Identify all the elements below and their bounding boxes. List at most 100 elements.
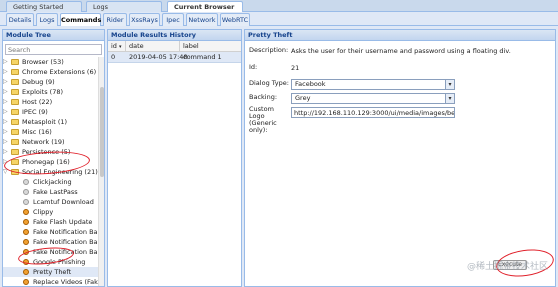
tree-folder-misc[interactable]: ▷ Misc (16) xyxy=(3,127,99,137)
tab-details[interactable]: Details xyxy=(6,13,34,26)
expand-arrow-icon[interactable]: ▷ xyxy=(3,67,9,77)
tree-folder-label: Host (22) xyxy=(22,98,53,106)
expand-arrow-icon[interactable]: ▷ xyxy=(3,147,9,157)
expand-arrow-icon[interactable]: ▷ xyxy=(3,117,9,127)
description-label: Description: xyxy=(249,46,289,54)
module-tree-scrollbar[interactable] xyxy=(98,57,104,286)
tab-getting-started[interactable]: Getting Started xyxy=(6,1,82,12)
column-header-label[interactable]: label xyxy=(180,41,241,52)
custom-logo-input[interactable] xyxy=(292,108,454,117)
tree-module-label: Fake LastPass xyxy=(33,188,78,196)
custom-logo-field[interactable] xyxy=(291,107,455,118)
tab-webrtc[interactable]: WebRTC xyxy=(220,13,250,26)
tab-logs-top[interactable]: Logs xyxy=(86,1,162,12)
tree-folder-label: Misc (16) xyxy=(22,128,52,136)
results-history-title: Module Results History xyxy=(108,30,241,41)
scrollbar-thumb[interactable] xyxy=(100,87,104,177)
tree-folder-ipec[interactable]: ▷ IPEC (9) xyxy=(3,107,99,117)
tab-xssrays[interactable]: XssRays xyxy=(129,13,160,26)
tree-folder-label: Chrome Extensions (6) xyxy=(22,68,97,76)
description-text: Asks the user for their username and pas… xyxy=(291,47,511,55)
tree-module-clickjacking[interactable]: Clickjacking xyxy=(3,177,99,187)
tree-module-label: Clickjacking xyxy=(33,178,72,186)
module-status-icon xyxy=(23,279,29,285)
expand-arrow-icon[interactable]: ▷ xyxy=(3,97,9,107)
expand-arrow-icon[interactable]: ▷ xyxy=(3,137,9,147)
dialog-type-value: Facebook xyxy=(295,80,326,88)
module-status-icon xyxy=(23,209,29,215)
tree-module-fake-lastpass[interactable]: Fake LastPass xyxy=(3,187,99,197)
expand-arrow-icon[interactable]: ▷ xyxy=(3,107,9,117)
folder-icon xyxy=(11,69,19,75)
folder-icon xyxy=(11,119,19,125)
tree-module-label: Replace Videos (Fake Plu xyxy=(33,278,99,286)
module-status-icon xyxy=(23,179,29,185)
tab-network[interactable]: Network xyxy=(186,13,218,26)
tree-folder-chrome-extensions[interactable]: ▷ Chrome Extensions (6) xyxy=(3,67,99,77)
folder-icon xyxy=(11,89,19,95)
tree-folder-label: Metasploit (1) xyxy=(22,118,68,126)
id-value: 21 xyxy=(291,64,300,72)
tree-folder-label: IPEC (9) xyxy=(22,108,48,116)
tree-module-label: Clippy xyxy=(33,208,54,216)
tree-module-label: Fake Flash Update xyxy=(33,218,93,226)
tab-commands[interactable]: Commands xyxy=(60,13,101,26)
commands-workspace: Module Tree ▷ Browser (53) ▷ Chrome Exte… xyxy=(0,26,558,287)
expand-arrow-icon[interactable]: ▷ xyxy=(3,87,9,97)
top-tab-bar: Getting Started Logs Current Browser xyxy=(0,0,558,12)
tree-module-fake-notification-bar-chrome[interactable]: Fake Notification Bar (Ch xyxy=(3,227,99,237)
module-search-box[interactable] xyxy=(5,44,102,55)
module-status-icon xyxy=(23,229,29,235)
tree-module-label: Fake Notification Bar (Fir xyxy=(33,238,99,246)
tree-folder-label: Debug (9) xyxy=(22,78,55,86)
chevron-down-icon[interactable]: ▾ xyxy=(445,80,454,89)
dialog-type-select[interactable]: Facebook ▾ xyxy=(291,79,455,90)
module-status-icon xyxy=(23,199,29,205)
tree-module-lcamtuf-download[interactable]: Lcamtuf Download xyxy=(3,197,99,207)
tab-ipec[interactable]: Ipec xyxy=(162,13,184,26)
folder-icon xyxy=(11,79,19,85)
table-row[interactable]: 0 2019-04-05 17:48 command 1 xyxy=(108,52,241,63)
expand-arrow-icon[interactable]: ▷ xyxy=(3,127,9,137)
results-history-panel: Module Results History id ▾ date label 0… xyxy=(107,29,242,287)
folder-icon xyxy=(11,109,19,115)
tree-module-fake-notification-bar-firefox[interactable]: Fake Notification Bar (Fir xyxy=(3,237,99,247)
tree-folder-label: Exploits (78) xyxy=(22,88,64,96)
expand-arrow-icon[interactable]: ▷ xyxy=(3,77,9,87)
chevron-down-icon[interactable]: ▾ xyxy=(445,94,454,103)
tree-module-label: Pretty Theft xyxy=(33,268,72,276)
folder-icon xyxy=(11,149,19,155)
watermark-text: @稀土掘金技术社区 xyxy=(466,262,548,272)
tree-folder-host[interactable]: ▷ Host (22) xyxy=(3,97,99,107)
tab-rider[interactable]: Rider xyxy=(103,13,127,26)
tree-folder-network[interactable]: ▷ Network (19) xyxy=(3,137,99,147)
column-header-date[interactable]: date xyxy=(126,41,180,52)
sort-desc-icon: ▾ xyxy=(119,44,122,50)
backing-select[interactable]: Grey ▾ xyxy=(291,93,455,104)
tree-module-label: Lcamtuf Download xyxy=(33,198,94,206)
tree-module-label: Fake Notification Bar (Ch xyxy=(33,228,99,236)
expand-arrow-icon[interactable]: ▷ xyxy=(3,57,9,67)
tree-folder-metasploit[interactable]: ▷ Metasploit (1) xyxy=(3,117,99,127)
module-detail-panel: Pretty Theft Description: Asks the user … xyxy=(244,29,556,287)
tree-folder-exploits[interactable]: ▷ Exploits (78) xyxy=(3,87,99,97)
tree-folder-debug[interactable]: ▷ Debug (9) xyxy=(3,77,99,87)
module-search-input[interactable] xyxy=(6,45,101,54)
browser-sub-tab-bar: Details Logs Commands Rider XssRays Ipec… xyxy=(0,12,558,26)
tree-folder-browser[interactable]: ▷ Browser (53) xyxy=(3,57,99,67)
dialog-type-label: Dialog Type: xyxy=(249,79,289,87)
tree-module-pretty-theft[interactable]: Pretty Theft xyxy=(3,267,99,277)
module-tree-title: Module Tree xyxy=(3,30,104,41)
tree-module-fake-flash-update[interactable]: Fake Flash Update xyxy=(3,217,99,227)
folder-icon xyxy=(11,99,19,105)
tree-module-replace-videos[interactable]: Replace Videos (Fake Plu xyxy=(3,277,99,286)
cell-id: 0 xyxy=(111,53,116,61)
module-status-icon xyxy=(23,269,29,275)
tree-folder-label: Network (19) xyxy=(22,138,65,146)
cell-date: 2019-04-05 17:48 xyxy=(129,53,188,61)
column-header-id[interactable]: id ▾ xyxy=(108,41,126,52)
tab-current-browser[interactable]: Current Browser xyxy=(167,1,243,12)
tree-module-clippy[interactable]: Clippy xyxy=(3,207,99,217)
tab-logs[interactable]: Logs xyxy=(36,13,58,26)
custom-logo-label: Custom Logo (Generic only): xyxy=(249,105,277,134)
